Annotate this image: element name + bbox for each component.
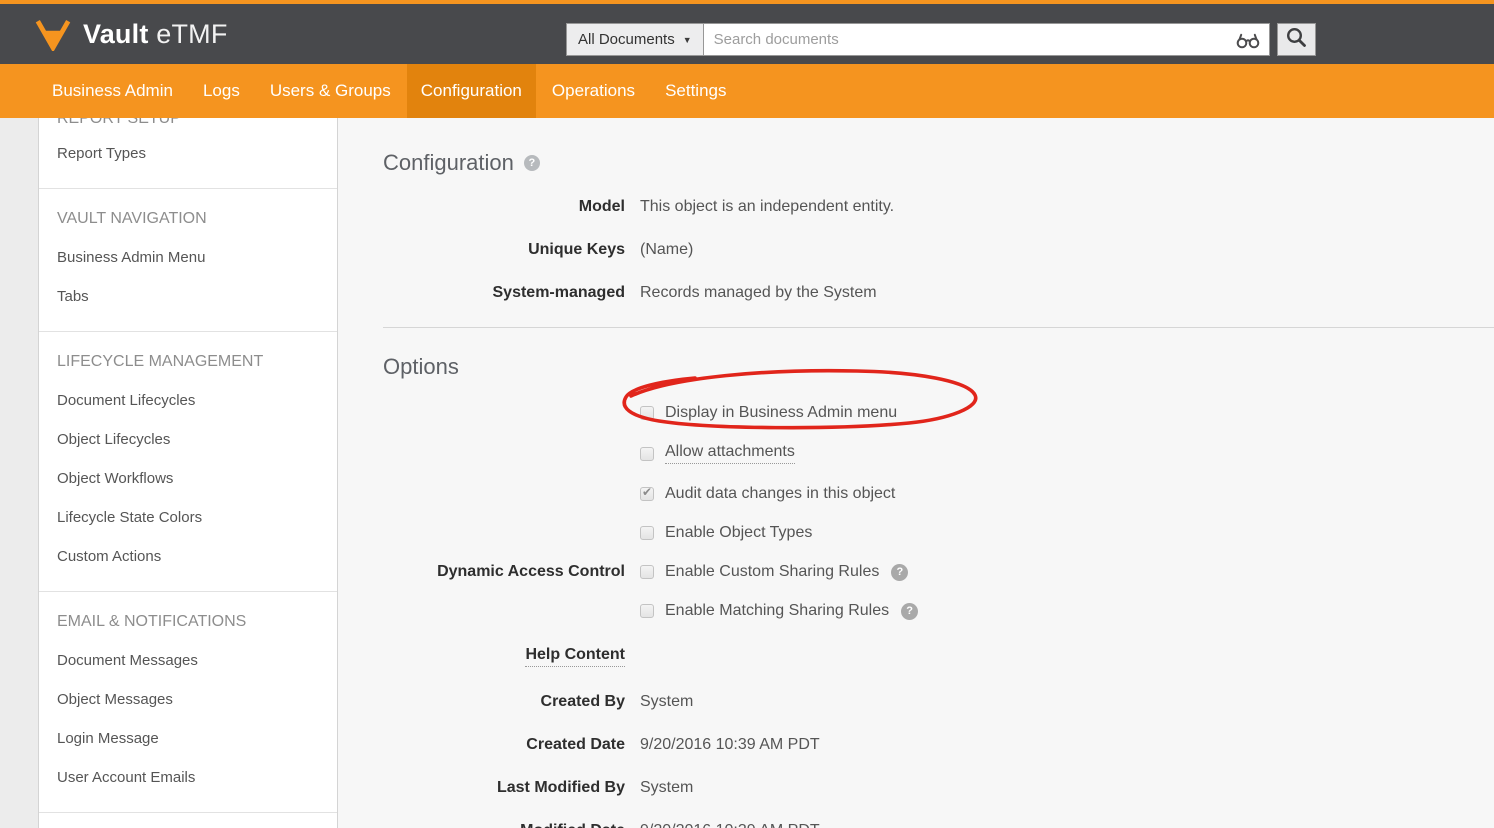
tab-users-groups[interactable]: Users & Groups — [256, 64, 405, 118]
search-icon — [1285, 26, 1307, 53]
sidebar-header-report-setup: REPORT SETUP — [57, 118, 319, 134]
field-row-last-modified-by: Last Modified By System — [383, 779, 1494, 797]
checkbox-allow-attachments[interactable] — [640, 447, 654, 461]
tab-operations[interactable]: Operations — [538, 64, 649, 118]
sidebar-item-business-admin-menu[interactable]: Business Admin Menu — [57, 238, 319, 277]
checkbox-enable-object-types[interactable] — [640, 526, 654, 540]
content-area: REPORT SETUP Report Types VAULT NAVIGATI… — [0, 118, 1494, 828]
veeva-v-icon — [34, 18, 72, 51]
field-value: 9/20/2016 10:39 AM PDT — [640, 822, 820, 828]
checkbox-label: Audit data changes in this object — [665, 485, 895, 503]
search-scope-dropdown[interactable]: All Documents ▼ — [566, 23, 704, 56]
tab-logs[interactable]: Logs — [189, 64, 254, 118]
checkbox-enable-matching-sharing-rules[interactable] — [640, 604, 654, 618]
checkbox-display-in-business-admin-menu[interactable] — [640, 406, 654, 420]
field-label: Created Date — [383, 736, 625, 754]
field-label: Modified Date — [383, 822, 625, 828]
sidebar-item-report-types[interactable]: Report Types — [57, 134, 319, 173]
sidebar-section-report-setup: REPORT SETUP Report Types — [39, 118, 337, 189]
field-row-system-managed: System-managed Records managed by the Sy… — [383, 284, 1494, 302]
chevron-down-icon: ▼ — [683, 35, 692, 45]
option-row-display-in-business-admin-menu: Display in Business Admin menu — [383, 404, 1494, 422]
app-title-light: eTMF — [156, 19, 227, 49]
tab-configuration[interactable]: Configuration — [407, 64, 536, 118]
sidebar-item-document-messages[interactable]: Document Messages — [57, 641, 319, 680]
field-value: This object is an independent entity. — [640, 198, 894, 216]
checkbox-label: Display in Business Admin menu — [665, 404, 897, 422]
help-content-row: Help Content — [383, 646, 1494, 667]
section-divider — [383, 327, 1494, 328]
app-title: Vault eTMF — [83, 19, 228, 50]
option-row-enable-matching-sharing-rules: Enable Matching Sharing Rules ? — [383, 602, 1494, 620]
dynamic-access-control-label: Dynamic Access Control — [383, 563, 625, 581]
search-box — [704, 23, 1270, 56]
sidebar-item-custom-actions[interactable]: Custom Actions — [57, 537, 319, 576]
checkbox-label: Enable Object Types — [665, 524, 812, 542]
main-panel: Configuration ? Model This object is an … — [338, 118, 1494, 828]
sidebar-header-vault-navigation: VAULT NAVIGATION — [57, 202, 319, 238]
option-row-enable-custom-sharing-rules: Dynamic Access Control Enable Custom Sha… — [383, 563, 1494, 581]
field-row-unique-keys: Unique Keys (Name) — [383, 241, 1494, 259]
configuration-fields: Model This object is an independent enti… — [383, 198, 1494, 302]
field-label: Model — [383, 198, 625, 216]
option-row-allow-attachments: Allow attachments — [383, 443, 1494, 464]
sidebar-section-email-notifications: EMAIL & NOTIFICATIONS Document Messages … — [39, 592, 337, 813]
field-row-created-by: Created By System — [383, 693, 1494, 711]
field-label: Created By — [383, 693, 625, 711]
app-title-bold: Vault — [83, 19, 149, 49]
sidebar-section-lifecycle-management: LIFECYCLE MANAGEMENT Document Lifecycles… — [39, 332, 337, 592]
sidebar-item-tabs[interactable]: Tabs — [57, 277, 319, 316]
sidebar-item-user-account-emails[interactable]: User Account Emails — [57, 758, 319, 797]
search-button[interactable] — [1277, 23, 1316, 56]
field-row-model: Model This object is an independent enti… — [383, 198, 1494, 216]
top-bar: Vault eTMF All Documents ▼ — [0, 4, 1494, 64]
field-label: Unique Keys — [383, 241, 625, 259]
sidebar-item-object-workflows[interactable]: Object Workflows — [57, 459, 319, 498]
field-row-created-date: Created Date 9/20/2016 10:39 AM PDT — [383, 736, 1494, 754]
left-gutter — [0, 118, 38, 828]
field-label: System-managed — [383, 284, 625, 302]
field-value: 9/20/2016 10:39 AM PDT — [640, 736, 820, 754]
help-icon[interactable]: ? — [891, 564, 908, 581]
sidebar-section-vault-navigation: VAULT NAVIGATION Business Admin Menu Tab… — [39, 189, 337, 332]
binoculars-icon[interactable] — [1235, 31, 1261, 54]
help-content-label-cell: Help Content — [383, 646, 625, 667]
field-row-modified-date: Modified Date 9/20/2016 10:39 AM PDT — [383, 822, 1494, 828]
checkbox-audit-data-changes[interactable] — [640, 487, 654, 501]
field-value: (Name) — [640, 241, 693, 259]
sidebar: REPORT SETUP Report Types VAULT NAVIGATI… — [38, 118, 338, 828]
help-icon[interactable]: ? — [901, 603, 918, 620]
sidebar-item-object-messages[interactable]: Object Messages — [57, 680, 319, 719]
help-content-label[interactable]: Help Content — [525, 646, 625, 667]
admin-nav-bar: Business Admin Logs Users & Groups Confi… — [0, 64, 1494, 118]
tab-settings[interactable]: Settings — [651, 64, 740, 118]
field-value: Records managed by the System — [640, 284, 877, 302]
checkbox-label: Enable Matching Sharing Rules — [665, 602, 889, 620]
field-label: Last Modified By — [383, 779, 625, 797]
checkbox-label[interactable]: Allow attachments — [665, 443, 795, 464]
audit-fields: Created By System Created Date 9/20/2016… — [383, 693, 1494, 828]
vault-logo[interactable]: Vault eTMF — [34, 18, 228, 51]
field-value: System — [640, 779, 693, 797]
field-value: System — [640, 693, 693, 711]
options-title: Options — [383, 354, 1494, 380]
page-title: Configuration — [383, 150, 514, 176]
tab-business-admin[interactable]: Business Admin — [38, 64, 187, 118]
option-row-audit-data-changes: Audit data changes in this object — [383, 485, 1494, 503]
sidebar-header-email-notifications: EMAIL & NOTIFICATIONS — [57, 605, 319, 641]
search-input[interactable] — [704, 23, 1270, 56]
checkbox-enable-custom-sharing-rules[interactable] — [640, 565, 654, 579]
sidebar-item-document-lifecycles[interactable]: Document Lifecycles — [57, 381, 319, 420]
sidebar-item-object-lifecycles[interactable]: Object Lifecycles — [57, 420, 319, 459]
page-title-row: Configuration ? — [383, 150, 1494, 176]
options-block: Display in Business Admin menu Allow att… — [383, 404, 1494, 667]
search-bar: All Documents ▼ — [566, 23, 1316, 56]
sidebar-item-lifecycle-state-colors[interactable]: Lifecycle State Colors — [57, 498, 319, 537]
sidebar-item-login-message[interactable]: Login Message — [57, 719, 319, 758]
option-row-enable-object-types: Enable Object Types — [383, 524, 1494, 542]
sidebar-header-lifecycle-management: LIFECYCLE MANAGEMENT — [57, 345, 319, 381]
checkbox-label: Enable Custom Sharing Rules — [665, 563, 879, 581]
help-icon[interactable]: ? — [524, 155, 540, 171]
search-scope-label: All Documents — [578, 31, 675, 48]
